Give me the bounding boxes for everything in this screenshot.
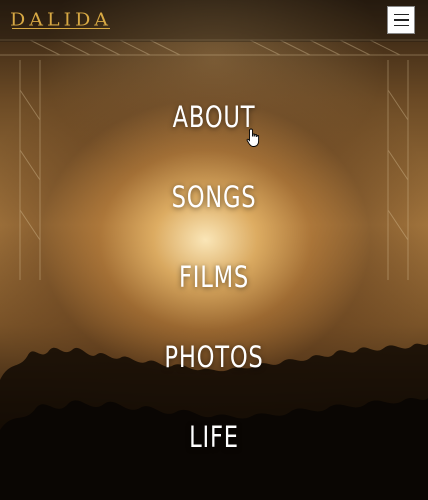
nav-item-photos[interactable]: PHOTOS [47, 340, 381, 374]
main-navigation: ABOUT SONGS FILMS PHOTOS LIFE [0, 0, 428, 500]
nav-item-life[interactable]: LIFE [47, 420, 381, 454]
hand-pointer-icon [246, 128, 260, 147]
nav-item-about[interactable]: ABOUT [47, 100, 381, 134]
nav-item-films[interactable]: FILMS [47, 260, 381, 294]
nav-item-songs[interactable]: SONGS [47, 180, 381, 214]
